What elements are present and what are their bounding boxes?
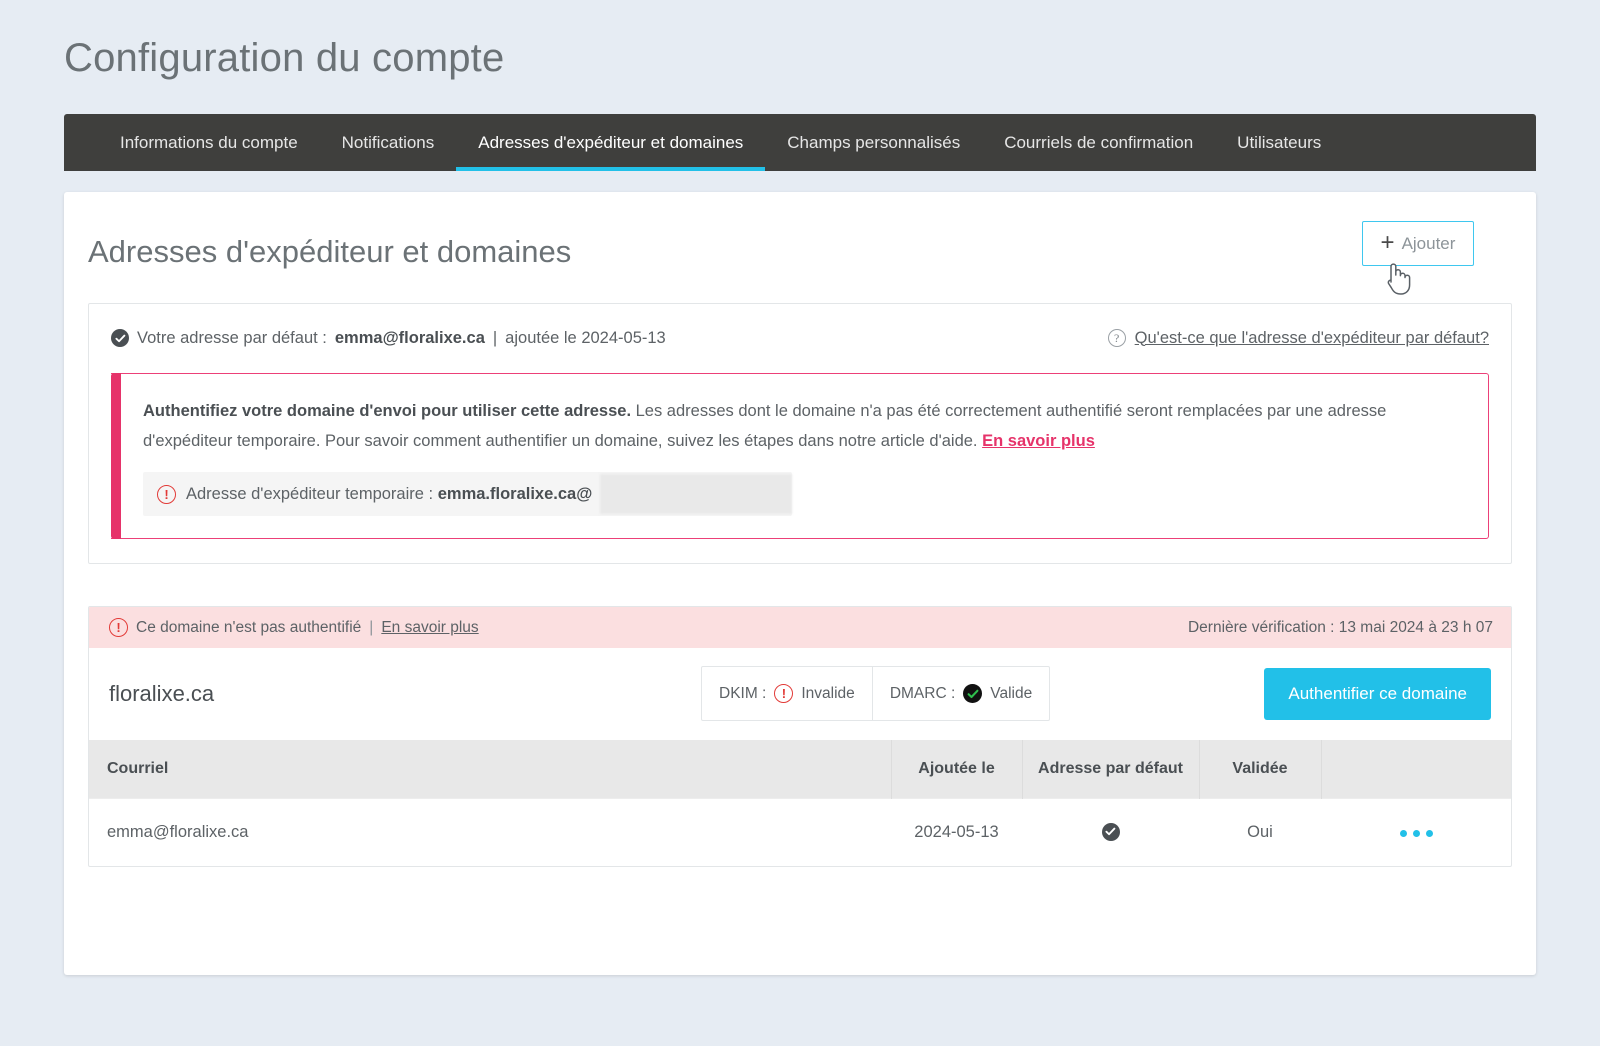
default-address-panel: Votre adresse par défaut : emma@floralix… — [88, 303, 1512, 564]
domain-status-learn-more-link[interactable]: En savoir plus — [381, 619, 478, 637]
domain-auth-checks: DKIM : ! Invalide DMARC : Valide — [701, 666, 1050, 721]
tab-courriels-de-confirmation[interactable]: Courriels de confirmation — [982, 114, 1215, 171]
account-settings-page: Configuration du compte Informations du … — [0, 0, 1600, 1046]
temporary-address-label: Adresse d'expéditeur temporaire : emma.f… — [186, 485, 592, 504]
table-header-row: Courriel Ajoutée le Adresse par défaut V… — [89, 740, 1511, 798]
tab-adresses-expediteur-et-domaines[interactable]: Adresses d'expéditeur et domaines — [456, 114, 765, 171]
domain-name: floralixe.ca — [109, 681, 214, 707]
default-address-added: ajoutée le 2024-05-13 — [505, 329, 666, 348]
exclamation-circle-icon: ! — [157, 485, 176, 504]
table-row: emma@floralixe.ca 2024-05-13 Oui — [89, 798, 1511, 866]
domain-last-check: Dernière vérification : 13 mai 2024 à 23… — [1188, 619, 1493, 637]
default-address-help-link[interactable]: Qu'est-ce que l'adresse d'expéditeur par… — [1135, 329, 1489, 348]
sender-addresses-card: Adresses d'expéditeur et domaines + Ajou… — [64, 192, 1536, 975]
dmarc-check: DMARC : Valide — [872, 667, 1049, 720]
temporary-address-value: emma.floralixe.ca@ — [438, 485, 593, 503]
tab-label: Notifications — [342, 133, 435, 153]
domain-status-separator: | — [369, 619, 373, 637]
domain-row: floralixe.ca DKIM : ! Invalide DMARC : V… — [89, 648, 1511, 740]
column-header-validee: Validée — [1199, 740, 1321, 798]
table-head: Courriel Ajoutée le Adresse par défaut V… — [89, 740, 1511, 798]
ellipsis-icon[interactable] — [1400, 830, 1433, 837]
question-circle-icon: ? — [1108, 329, 1126, 347]
domain-status-bar: ! Ce domaine n'est pas authentifié | En … — [89, 607, 1511, 648]
column-header-ajoutee-le: Ajoutée le — [891, 740, 1022, 798]
redacted-domain-placeholder — [600, 474, 792, 514]
exclamation-circle-icon: ! — [774, 684, 793, 703]
tab-champs-personnalises[interactable]: Champs personnalisés — [765, 114, 982, 171]
add-button[interactable]: + Ajouter — [1362, 221, 1474, 266]
dkim-check: DKIM : ! Invalide — [702, 667, 872, 720]
default-address-prefix: Votre adresse par défaut : — [137, 329, 327, 348]
default-address-help[interactable]: ? Qu'est-ce que l'adresse d'expéditeur p… — [1108, 329, 1489, 348]
temporary-address-prefix: Adresse d'expéditeur temporaire : — [186, 485, 433, 503]
check-circle-icon — [963, 684, 982, 703]
check-circle-icon — [1102, 823, 1120, 841]
cell-validated: Oui — [1199, 798, 1321, 866]
default-address-row: Votre adresse par défaut : emma@floralix… — [111, 324, 1489, 352]
table-body: emma@floralixe.ca 2024-05-13 Oui — [89, 798, 1511, 866]
cell-added-date: 2024-05-13 — [891, 798, 1022, 866]
domain-status-text: Ce domaine n'est pas authentifié — [136, 619, 361, 637]
cell-actions — [1321, 798, 1511, 866]
exclamation-circle-icon: ! — [109, 618, 128, 637]
plus-icon: + — [1381, 231, 1395, 255]
alert-learn-more-link[interactable]: En savoir plus — [982, 432, 1095, 450]
authenticate-domain-button[interactable]: Authentifier ce domaine — [1264, 668, 1491, 720]
domain-block: ! Ce domaine n'est pas authentifié | En … — [88, 606, 1512, 867]
check-circle-icon — [111, 329, 129, 347]
page-title: Configuration du compte — [64, 36, 504, 81]
tab-informations-du-compte[interactable]: Informations du compte — [98, 114, 320, 171]
tab-notifications[interactable]: Notifications — [320, 114, 457, 171]
authenticate-domain-alert: Authentifiez votre domaine d'envoi pour … — [111, 373, 1489, 539]
temporary-address-box: ! Adresse d'expéditeur temporaire : emma… — [143, 472, 792, 516]
card-title: Adresses d'expéditeur et domaines — [88, 234, 571, 270]
tab-label: Utilisateurs — [1237, 133, 1321, 153]
column-header-actions — [1321, 740, 1511, 798]
dkim-status: Invalide — [801, 685, 854, 703]
column-header-adresse-par-defaut: Adresse par défaut — [1022, 740, 1199, 798]
cell-default-address — [1022, 798, 1199, 866]
settings-tabbar: Informations du compte Notifications Adr… — [64, 114, 1536, 171]
domain-status-message: ! Ce domaine n'est pas authentifié | En … — [109, 618, 479, 637]
tab-label: Adresses d'expéditeur et domaines — [478, 133, 743, 153]
alert-lead: Authentifiez votre domaine d'envoi pour … — [143, 402, 631, 420]
tab-utilisateurs[interactable]: Utilisateurs — [1215, 114, 1343, 171]
dkim-label: DKIM : — [719, 685, 766, 703]
add-button-label: Ajouter — [1402, 234, 1456, 254]
cell-email: emma@floralixe.ca — [89, 798, 891, 866]
default-address-email: emma@floralixe.ca — [335, 329, 485, 348]
default-address-separator: | — [493, 329, 497, 348]
tab-label: Champs personnalisés — [787, 133, 960, 153]
tab-label: Courriels de confirmation — [1004, 133, 1193, 153]
alert-text: Authentifiez votre domaine d'envoi pour … — [143, 396, 1464, 456]
dmarc-status: Valide — [990, 685, 1032, 703]
column-header-courriel: Courriel — [89, 740, 891, 798]
dmarc-label: DMARC : — [890, 685, 955, 703]
email-addresses-table: Courriel Ajoutée le Adresse par défaut V… — [89, 740, 1511, 866]
default-address-summary: Votre adresse par défaut : emma@floralix… — [111, 329, 666, 348]
tab-label: Informations du compte — [120, 133, 298, 153]
